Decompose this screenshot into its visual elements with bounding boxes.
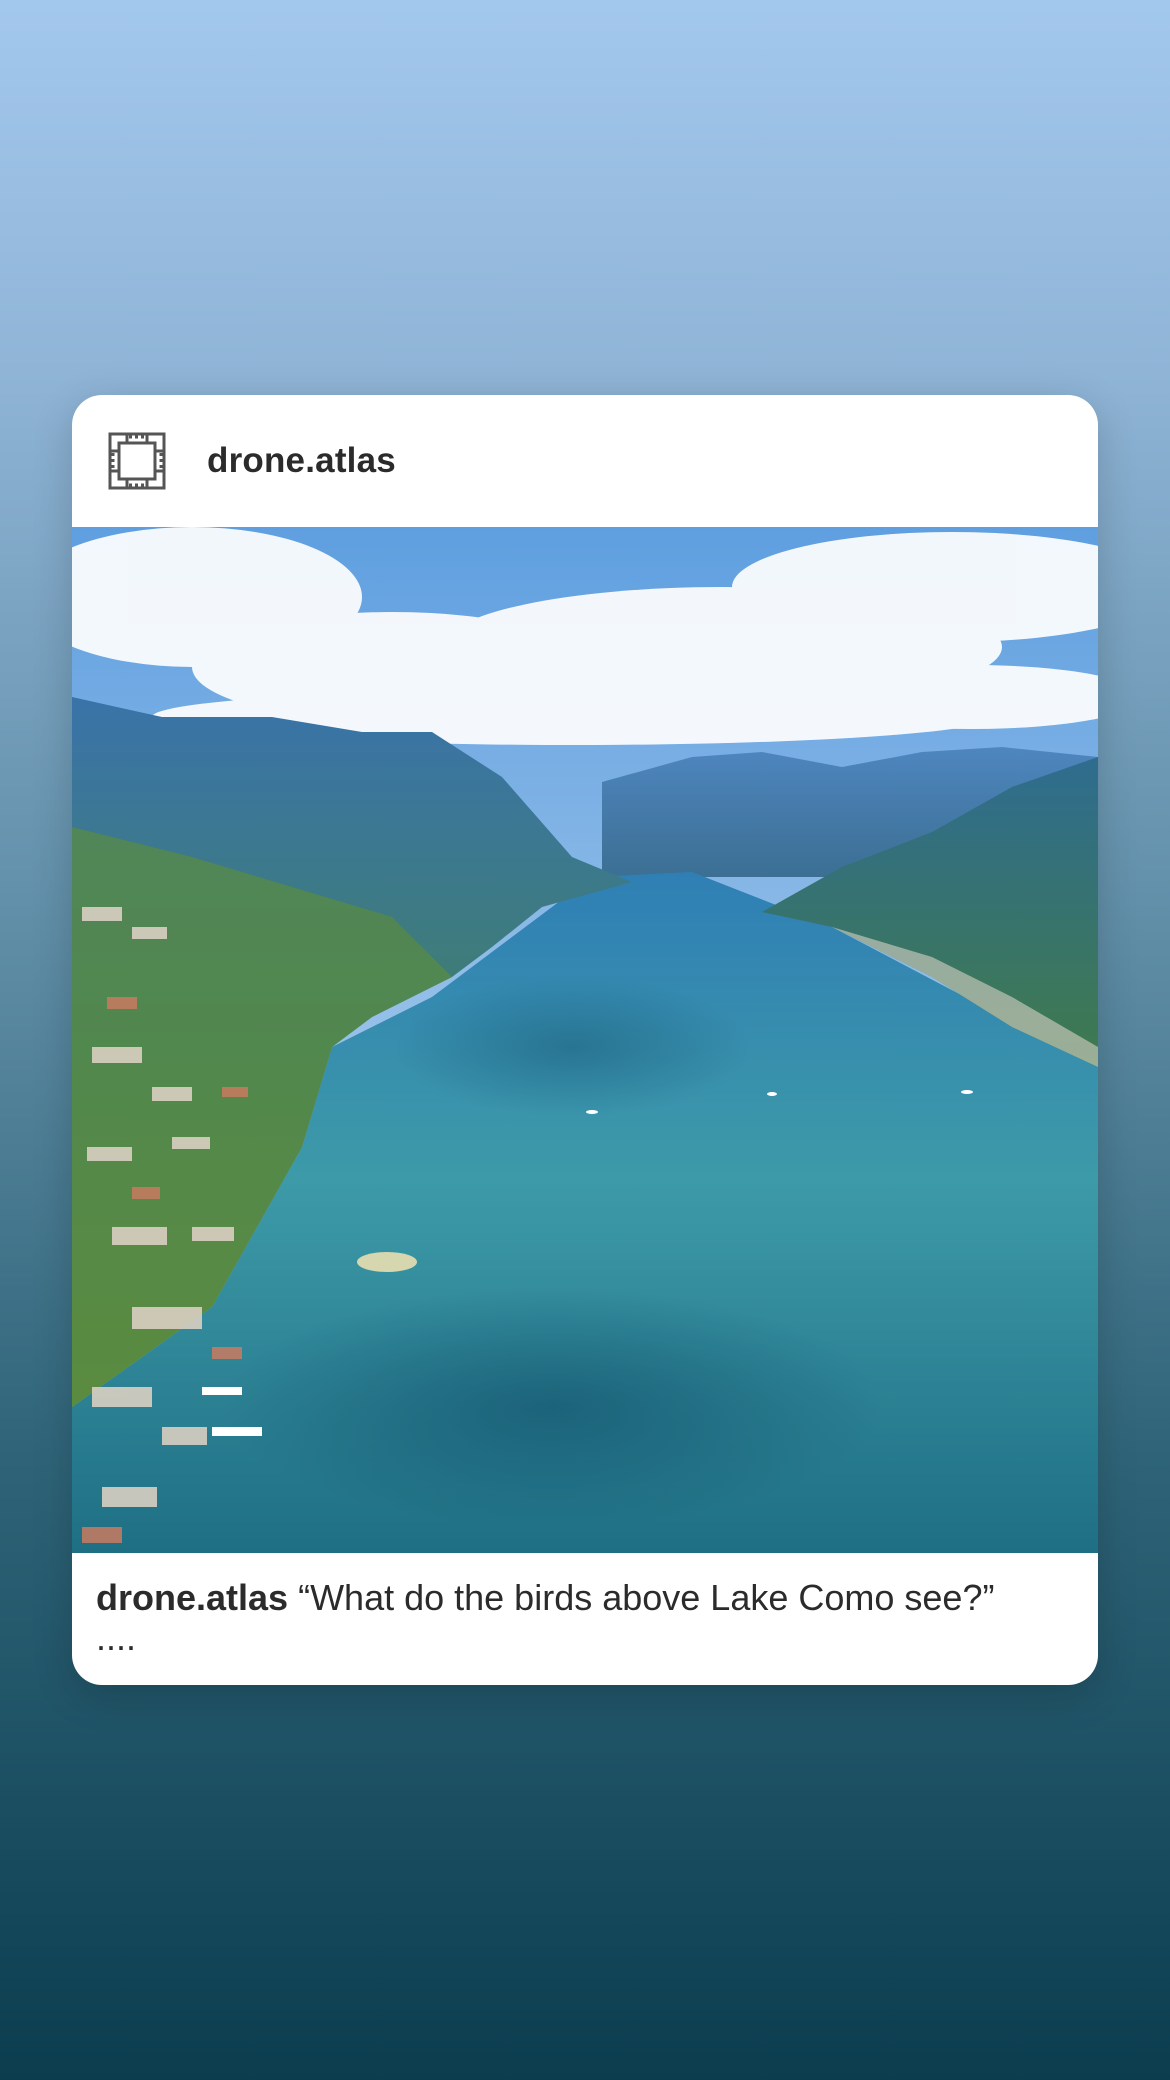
ornamental-frame-logo-icon: [108, 432, 166, 490]
caption-more[interactable]: ....: [96, 1620, 1074, 1656]
post-card: drone.atlas drone.atlas “What do the bir…: [72, 395, 1098, 1685]
caption-username[interactable]: drone.atlas: [96, 1577, 288, 1618]
post-caption: drone.atlas “What do the birds above Lak…: [72, 1553, 1098, 1656]
post-username[interactable]: drone.atlas: [207, 441, 396, 481]
avatar[interactable]: [106, 430, 168, 492]
caption-text: “What do the birds above Lake Como see?”: [298, 1577, 995, 1618]
post-header: drone.atlas: [72, 395, 1098, 527]
lake-photo[interactable]: [72, 527, 1098, 1553]
lake-photo-illustration: [72, 527, 1098, 1553]
